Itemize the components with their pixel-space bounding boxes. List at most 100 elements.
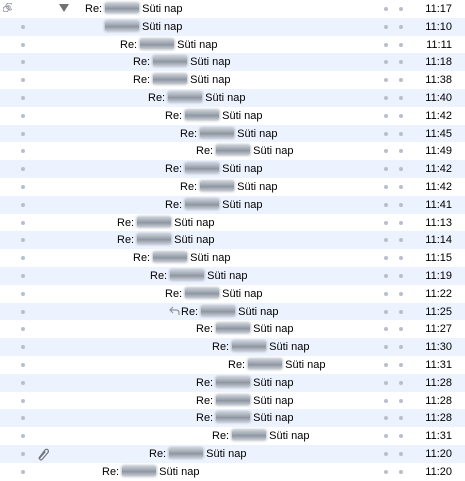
- flag-status-dot: [384, 452, 388, 456]
- priority-status-dot: [399, 256, 403, 261]
- flag-status-dot: [384, 78, 388, 83]
- message-time: 11:11: [426, 38, 452, 51]
- message-row[interactable]: Re: Süti nap 11:42: [0, 160, 465, 178]
- redacted-name: [200, 181, 235, 191]
- subject-text: Süti nap: [269, 430, 310, 443]
- message-row[interactable]: Re: Süti nap 11:28: [0, 409, 465, 428]
- message-subject: Re: Süti nap: [181, 305, 279, 319]
- message-time: 11:42: [425, 109, 452, 122]
- message-row[interactable]: Re: Süti nap 11:17: [0, 0, 465, 18]
- redacted-name: [105, 3, 140, 13]
- redacted-name: [201, 305, 236, 316]
- redacted-name: [248, 359, 283, 369]
- redacted-name: [185, 287, 220, 298]
- message-row[interactable]: Re: Süti nap 11:20: [0, 445, 465, 463]
- message-row[interactable]: Re: Süti nap 11:38: [0, 71, 465, 89]
- message-time: 11:17: [425, 3, 452, 15]
- message-row[interactable]: Re: Süti nap 11:42: [0, 178, 465, 196]
- disclosure-triangle-down-icon[interactable]: [59, 4, 69, 12]
- message-thread-list: Re: Süti nap 11:17 Süti nap 11:10 Re: Süti nap…: [0, 0, 465, 480]
- subject-text: Süti nap: [222, 198, 263, 211]
- subject-text: Süti nap: [237, 181, 278, 193]
- message-time: 11:41: [425, 198, 452, 211]
- subject-prefix: Re:: [196, 394, 214, 407]
- flag-status-dot: [384, 220, 388, 225]
- subject-prefix: Re:: [180, 181, 198, 193]
- priority-status-dot: [399, 398, 403, 403]
- redacted-name: [153, 74, 188, 85]
- message-row[interactable]: Re: Süti nap 11:13: [0, 214, 465, 232]
- subject-prefix: Re:: [133, 252, 151, 265]
- redacted-name: [232, 341, 267, 352]
- redacted-name: [140, 38, 175, 49]
- message-row[interactable]: Re: Süti nap 11:30: [0, 338, 465, 356]
- unread-status-dot: [21, 398, 25, 403]
- unread-status-dot: [21, 291, 25, 296]
- reply-arrow-icon: [169, 306, 180, 315]
- flag-status-dot: [384, 291, 388, 296]
- unread-status-dot: [21, 202, 25, 207]
- flag-status-dot: [384, 96, 388, 100]
- message-time: 11:42: [425, 163, 452, 176]
- flag-status-dot: [384, 380, 388, 385]
- message-row[interactable]: Re: Süti nap 11:42: [0, 107, 465, 125]
- message-subject: Süti nap: [102, 20, 182, 34]
- subject-prefix: Re:: [85, 3, 103, 15]
- message-row[interactable]: Re: Süti nap 11:27: [0, 320, 465, 338]
- unread-status-dot: [21, 380, 25, 385]
- priority-status-dot: [399, 327, 403, 332]
- message-time: 11:31: [425, 359, 452, 371]
- unread-status-dot: [21, 113, 25, 118]
- message-time: 11:20: [425, 465, 452, 478]
- priority-status-dot: [399, 274, 403, 278]
- message-row[interactable]: Re: Süti nap 11:19: [0, 267, 465, 285]
- message-row[interactable]: Re: Süti nap 11:14: [0, 231, 465, 250]
- flag-status-dot: [384, 469, 388, 474]
- message-subject: Re: Süti nap: [212, 429, 310, 443]
- subject-text: Süti nap: [205, 92, 246, 104]
- message-row[interactable]: Re: Süti nap 11:18: [0, 53, 465, 72]
- message-subject: Re: Süti nap: [228, 358, 326, 372]
- priority-status-dot: [399, 452, 403, 456]
- message-row[interactable]: Re: Süti nap 11:49: [0, 142, 465, 160]
- message-row[interactable]: Süti nap 11:10: [0, 17, 465, 36]
- message-row[interactable]: Re: Süti nap 11:28: [0, 392, 465, 410]
- message-row[interactable]: Re: Süti nap 11:20: [0, 463, 465, 481]
- redacted-name: [216, 323, 251, 334]
- redacted-name: [137, 234, 172, 245]
- message-row[interactable]: Re: Süti nap 11:40: [0, 89, 465, 107]
- message-time: 11:30: [425, 341, 452, 354]
- subject-text: Süti nap: [190, 56, 231, 69]
- flag-status-dot: [384, 256, 388, 261]
- subject-prefix: Re:: [196, 145, 214, 158]
- subject-text: Süti nap: [174, 234, 215, 247]
- message-time: 11:40: [425, 92, 452, 104]
- priority-status-dot: [399, 60, 403, 65]
- message-time: 11:45: [425, 127, 452, 140]
- subject-text: Süti nap: [253, 323, 294, 336]
- message-row[interactable]: Re: Süti nap 11:31: [0, 356, 465, 374]
- message-subject: Re: Süti nap: [133, 251, 231, 265]
- message-subject: Re: Süti nap: [85, 2, 183, 16]
- subject-text: Süti nap: [238, 305, 279, 318]
- message-row[interactable]: Re: Süti nap 11:15: [0, 249, 465, 267]
- redacted-name: [169, 448, 204, 458]
- unread-status-dot: [21, 24, 25, 29]
- subject-prefix: Re:: [133, 56, 151, 69]
- message-row[interactable]: Re: Süti nap 11:41: [0, 195, 465, 214]
- message-time: 11:13: [425, 216, 452, 229]
- redacted-name: [185, 163, 220, 174]
- unread-status-dot: [21, 345, 25, 350]
- message-row[interactable]: Re: Süti nap 11:25: [0, 302, 465, 321]
- subject-text: Süti nap: [253, 145, 294, 158]
- message-subject: Re: Süti nap: [102, 465, 200, 479]
- subject-prefix: Re:: [180, 127, 198, 140]
- message-subject: Re: Süti nap: [196, 144, 294, 158]
- priority-status-dot: [399, 149, 403, 154]
- message-row[interactable]: Re: Süti nap 11:22: [0, 285, 465, 303]
- message-row[interactable]: Re: Süti nap 11:28: [0, 373, 465, 392]
- message-row[interactable]: Re: Süti nap 11:31: [0, 427, 465, 445]
- unread-status-dot: [21, 96, 25, 100]
- message-row[interactable]: Re: Süti nap 11:45: [0, 124, 465, 143]
- message-row[interactable]: Re: Süti nap 11:11: [0, 36, 465, 54]
